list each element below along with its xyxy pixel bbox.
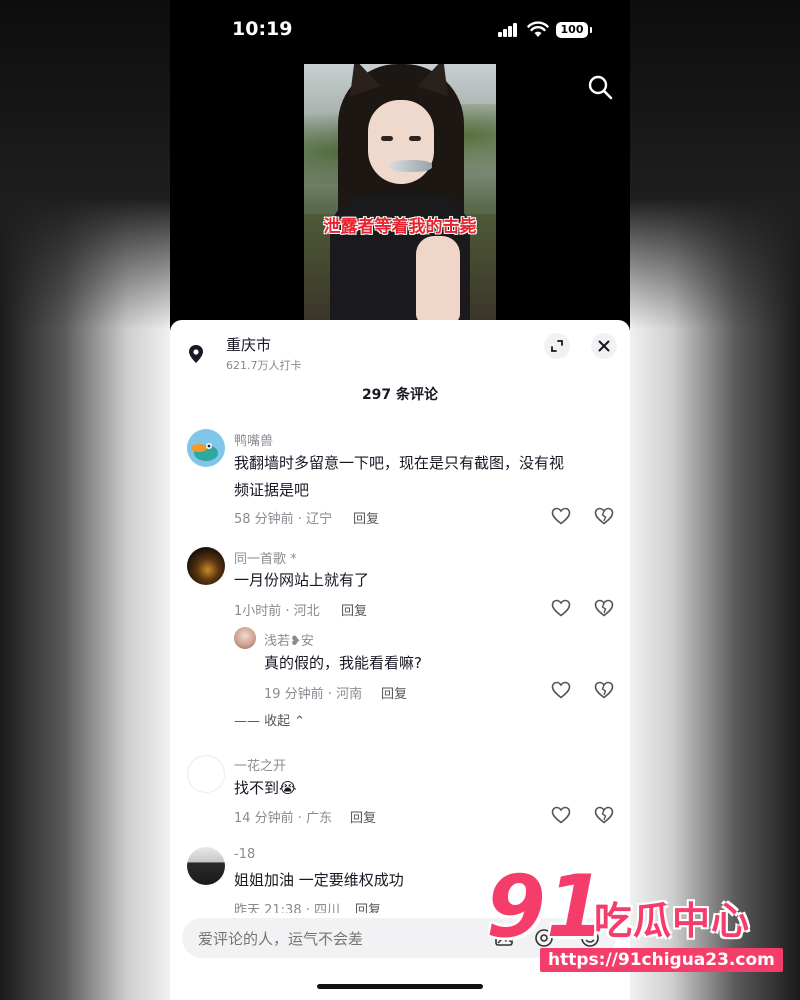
signal-icon [498, 23, 518, 37]
watermark-logo: 91 吃瓜中心 https://91chigua23.com [486, 862, 786, 982]
heart-icon[interactable] [551, 806, 571, 824]
comment-meta: 昨天 21:38 · 四川 [234, 903, 340, 913]
watermark-number: 91 [486, 857, 606, 957]
comment-text: 一月份网站上就有了 [234, 571, 370, 589]
watermark-title: 吃瓜中心 [594, 899, 751, 943]
comment-username[interactable]: 同一首歌 * [234, 548, 297, 567]
broken-heart-icon[interactable] [594, 599, 614, 617]
video-caption: 泄露者等着我的击毙 [323, 217, 477, 237]
comment-username[interactable]: -18 [234, 847, 255, 862]
broken-heart-icon[interactable] [594, 507, 614, 525]
broken-heart-icon[interactable] [594, 806, 614, 824]
avatar[interactable] [187, 429, 225, 467]
reply-button[interactable]: 回复 [355, 899, 381, 913]
avatar[interactable] [187, 547, 225, 585]
close-button[interactable] [591, 333, 617, 359]
expand-icon [551, 340, 563, 352]
avatar[interactable] [187, 755, 225, 793]
status-bar: 10:19 100 [170, 0, 630, 64]
location-pin-icon [189, 345, 203, 363]
broken-heart-icon[interactable] [594, 681, 614, 699]
reply-button[interactable]: 回复 [381, 683, 407, 702]
phone-screen: 10:19 100 泄露者等着我的击毙 重庆市 621.7万人打卡 297 条评… [170, 0, 630, 1000]
comment-input[interactable] [196, 918, 490, 960]
comment-meta: 14 分钟前 · 广东 [234, 811, 333, 826]
avatar[interactable] [187, 847, 225, 885]
home-indicator [317, 984, 483, 989]
reply-button[interactable]: 回复 [353, 508, 379, 527]
reply-meta: 19 分钟前 · 河南 [264, 687, 363, 702]
location-checkins: 621.7万人打卡 [226, 359, 302, 372]
fish-prop [388, 160, 432, 172]
search-icon[interactable] [586, 73, 614, 101]
watermark-url: https://91chigua23.com [540, 948, 783, 972]
reply-avatar[interactable] [234, 627, 256, 649]
platypus-avatar-icon [191, 443, 218, 461]
location-name[interactable]: 重庆市 [226, 334, 271, 355]
heart-icon[interactable] [551, 599, 571, 617]
heart-icon[interactable] [551, 681, 571, 699]
status-time: 10:19 [232, 18, 293, 40]
comment-meta: 58 分钟前 · 辽宁 [234, 512, 333, 527]
close-icon [598, 340, 610, 352]
heart-icon[interactable] [551, 507, 571, 525]
expand-button[interactable] [544, 333, 570, 359]
reply-button[interactable]: 回复 [341, 600, 367, 619]
battery-indicator: 100 [556, 22, 592, 38]
collapse-replies-button[interactable]: —— 收起 ⌃ [234, 710, 305, 729]
reply-username[interactable]: 浅若❥安 [264, 630, 314, 649]
comment-username[interactable]: 鸭嘴兽 [234, 430, 273, 449]
video-player[interactable]: 泄露者等着我的击毙 [304, 64, 496, 324]
video-hand [416, 236, 460, 324]
comment-username[interactable]: 一花之开 [234, 755, 286, 774]
reply-text: 真的假的，我能看看嘛? [264, 654, 422, 672]
comment-text: 我翻墙时多留意一下吧，现在是只有截图，没有视频证据是吧 [234, 454, 565, 499]
comment-meta: 1小时前 · 河北 [234, 604, 320, 619]
comment-count: 297 条评论 [361, 387, 439, 403]
wifi-icon [527, 21, 549, 37]
reply-button[interactable]: 回复 [350, 807, 376, 826]
comment-text: 找不到😭 [234, 779, 297, 797]
